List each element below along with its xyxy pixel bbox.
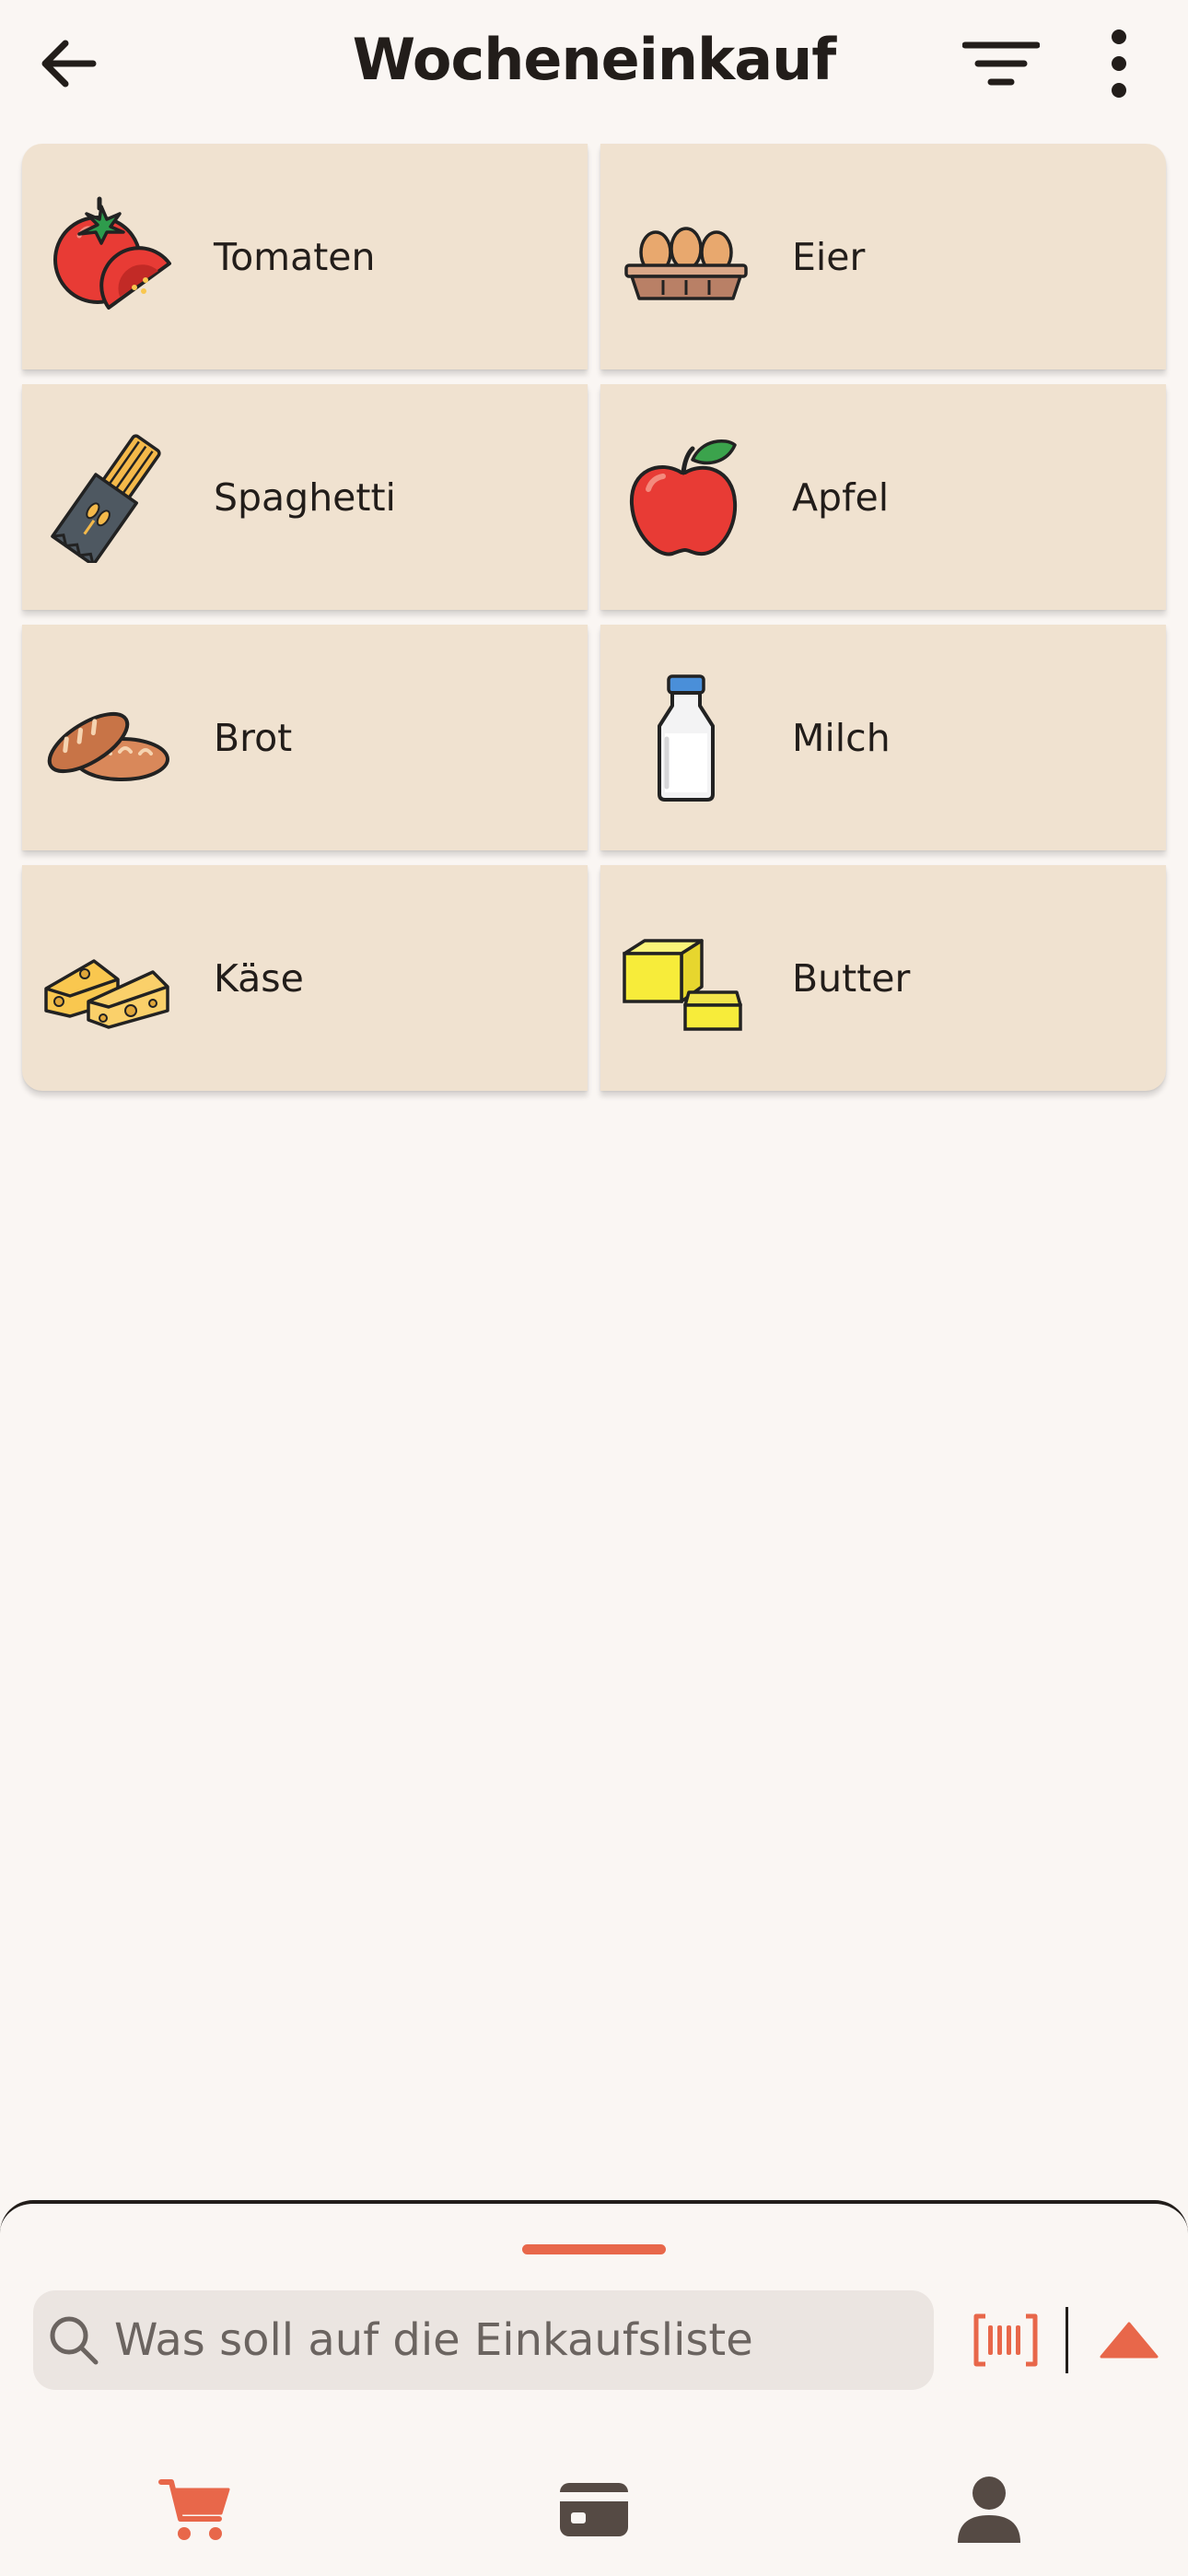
filter-list-icon (962, 41, 1040, 86)
bottom-navigation (0, 2454, 1188, 2565)
tab-profile[interactable] (934, 2454, 1044, 2565)
shopping-cart-icon (158, 2479, 230, 2540)
filter-button[interactable] (958, 22, 1044, 105)
item-card-eier[interactable]: Eier (600, 144, 1166, 369)
item-label: Brot (214, 715, 293, 760)
tab-cards[interactable] (539, 2454, 649, 2565)
eggs-icon (621, 192, 751, 322)
spaghetti-icon (42, 432, 173, 563)
item-card-spaghetti[interactable]: Spaghetti (22, 384, 588, 610)
barcode-scan-button[interactable] (969, 2305, 1042, 2375)
item-grid: Tomaten Eier Spaghetti Apfel Brot Milch … (22, 144, 1166, 1091)
tomato-icon (42, 192, 173, 322)
search-input[interactable] (114, 2314, 925, 2366)
search-icon (46, 2313, 101, 2368)
apple-icon (621, 432, 751, 563)
search-field[interactable] (33, 2290, 934, 2390)
more-options-button[interactable] (1077, 22, 1160, 105)
item-card-tomaten[interactable]: Tomaten (22, 144, 588, 369)
item-label: Milch (792, 715, 891, 760)
cheese-icon (42, 913, 173, 1044)
action-divider (1066, 2307, 1068, 2373)
person-icon (958, 2476, 1020, 2543)
bread-icon (42, 673, 173, 803)
milk-bottle-icon (621, 673, 751, 803)
item-label: Käse (214, 955, 304, 1001)
drag-handle[interactable] (522, 2244, 666, 2254)
triangle-up-icon (1100, 2322, 1159, 2359)
item-label: Eier (792, 234, 866, 279)
item-label: Apfel (792, 474, 890, 520)
item-card-brot[interactable]: Brot (22, 625, 588, 850)
butter-icon (621, 913, 751, 1044)
item-card-butter[interactable]: Butter (600, 865, 1166, 1091)
card-icon (560, 2483, 628, 2536)
item-label: Tomaten (214, 234, 376, 279)
item-card-kaese[interactable]: Käse (22, 865, 588, 1091)
tab-shopping-list[interactable] (140, 2454, 250, 2565)
item-card-milch[interactable]: Milch (600, 625, 1166, 850)
item-label: Spaghetti (214, 474, 396, 520)
item-card-apfel[interactable]: Apfel (600, 384, 1166, 610)
barcode-scan-icon (973, 2313, 1038, 2367)
app-bar: Wocheneinkauf (0, 0, 1188, 129)
expand-sheet-button[interactable] (1092, 2305, 1166, 2375)
item-label: Butter (792, 955, 911, 1001)
more-vertical-icon (1112, 29, 1126, 98)
